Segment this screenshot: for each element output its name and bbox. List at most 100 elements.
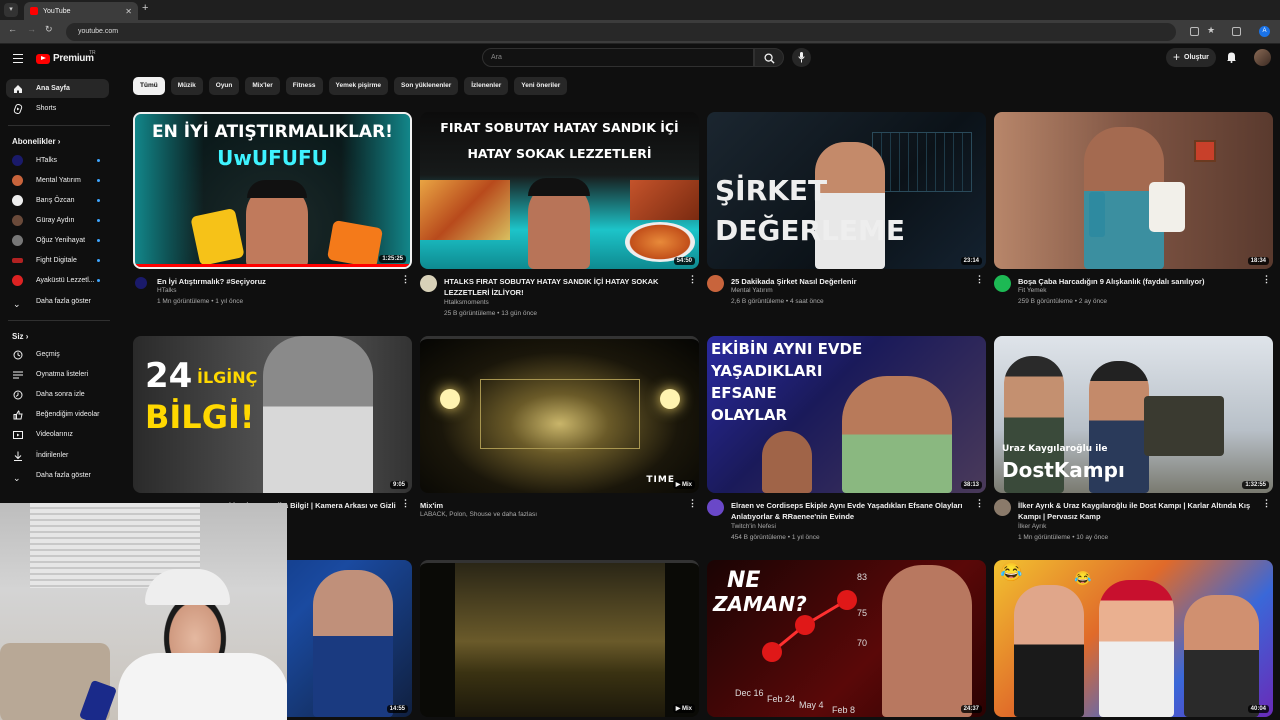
- channel-avatar[interactable]: [135, 277, 147, 289]
- shorts-icon: [13, 104, 23, 114]
- close-tab-icon[interactable]: ✕: [125, 7, 132, 16]
- new-tab-icon[interactable]: +: [142, 2, 148, 14]
- more-actions-icon[interactable]: ⋮: [401, 499, 410, 508]
- voice-search-button[interactable]: [792, 48, 811, 67]
- chip-all[interactable]: Tümü: [133, 77, 165, 95]
- chip-new-to-you[interactable]: Yeni öneriler: [514, 77, 568, 95]
- search-input[interactable]: Ara: [482, 48, 754, 67]
- browser-profile-avatar[interactable]: A: [1259, 26, 1270, 37]
- menu-icon[interactable]: [13, 54, 23, 63]
- video-card[interactable]: NE ZAMAN? 83 75 70 Dec 16 Feb 24 May 4 F…: [707, 560, 986, 717]
- more-actions-icon[interactable]: ⋮: [688, 275, 697, 284]
- video-title[interactable]: Elraen ve Cordiseps Ekiple Aynı Evde Yaş…: [731, 500, 971, 522]
- video-thumbnail[interactable]: TIME ▶ Mix: [420, 336, 699, 493]
- video-stats: 259 B görüntüleme • 2 ay önce: [1018, 298, 1108, 305]
- video-title[interactable]: HTALKS FIRAT SOBUTAY HATAY SANDIK İÇİ HA…: [444, 276, 684, 298]
- sidebar-item-your-videos[interactable]: Videolarınız: [6, 425, 109, 444]
- more-actions-icon[interactable]: ⋮: [401, 275, 410, 284]
- video-card[interactable]: ŞİRKET DEĞERLEME 23:14 25 Dakikada Şirke…: [707, 112, 986, 325]
- channel-name[interactable]: Htalksmoments: [444, 299, 489, 306]
- bookmark-star-icon[interactable]: ★: [1207, 25, 1215, 36]
- video-card[interactable]: ▶ Mix: [420, 560, 699, 717]
- video-card[interactable]: EN İYİ ATIŞTIRMALIKLAR! UwUFUFU 1:25:25 …: [133, 112, 412, 325]
- video-thumbnail[interactable]: EKİBİN AYNI EVDE YAŞADIKLARI EFSANE OLAY…: [707, 336, 986, 493]
- sidebar-sub-guray-aydin[interactable]: Güray Aydın: [6, 211, 109, 230]
- more-actions-icon[interactable]: ⋮: [1262, 275, 1271, 284]
- chip-mixes[interactable]: Mix'ler: [245, 77, 280, 95]
- video-thumbnail[interactable]: NE ZAMAN? 83 75 70 Dec 16 Feb 24 May 4 F…: [707, 560, 986, 717]
- more-actions-icon[interactable]: ⋮: [1262, 499, 1271, 508]
- channel-avatar[interactable]: [707, 499, 724, 516]
- chip-gaming[interactable]: Oyun: [208, 77, 240, 95]
- video-thumbnail[interactable]: ŞİRKET DEĞERLEME 23:14: [707, 112, 986, 269]
- chip-fitness[interactable]: Fitness: [285, 77, 323, 95]
- sidebar-item-shorts[interactable]: Shorts: [6, 99, 109, 118]
- channel-avatar[interactable]: [420, 275, 437, 292]
- sidebar-item-home[interactable]: Ana Sayfa: [6, 79, 109, 98]
- duration-badge: 18:34: [1247, 257, 1269, 265]
- reload-icon[interactable]: ↻: [45, 24, 53, 35]
- sidebar-item-history[interactable]: Geçmiş: [6, 345, 109, 364]
- extensions-icon[interactable]: [1232, 27, 1241, 36]
- channel-avatar[interactable]: [707, 275, 724, 292]
- chip-music[interactable]: Müzik: [170, 77, 203, 95]
- show-more-subscriptions[interactable]: ⌄ Daha fazla göster: [6, 292, 109, 311]
- chip-cooking[interactable]: Yemek pişirme: [328, 77, 389, 95]
- sidebar-sub-ayakustu[interactable]: Ayaküstü Lezzetl...: [6, 271, 109, 290]
- sidebar-item-downloads[interactable]: İndirilenler: [6, 446, 109, 465]
- chip-recently-uploaded[interactable]: Son yüklenenler: [394, 77, 459, 95]
- video-thumbnail[interactable]: EN İYİ ATIŞTIRMALIKLAR! UwUFUFU 1:25:25: [133, 112, 412, 269]
- sidebar-item-watch-later[interactable]: Daha sonra izle: [6, 385, 109, 404]
- video-title[interactable]: Boşa Çaba Harcadığın 9 Alışkanlık (fayda…: [1018, 276, 1258, 287]
- video-card[interactable]: FIRAT SOBUTAY HATAY SANDIK İÇİ HATAY SOK…: [420, 112, 699, 325]
- subscriptions-heading[interactable]: Abonelikler ›: [12, 137, 60, 146]
- tab-search-icon[interactable]: ▾: [4, 3, 18, 17]
- you-heading[interactable]: Siz ›: [12, 332, 28, 341]
- more-actions-icon[interactable]: ⋮: [688, 499, 697, 508]
- channel-name[interactable]: HTalks: [157, 287, 177, 294]
- sidebar-sub-htalks[interactable]: HTalks: [6, 151, 109, 170]
- search-button[interactable]: [754, 48, 784, 67]
- video-thumbnail[interactable]: FIRAT SOBUTAY HATAY SANDIK İÇİ HATAY SOK…: [420, 112, 699, 269]
- video-title[interactable]: İlker Ayrık & Uraz Kaygılaroğlu ile Dost…: [1018, 500, 1258, 522]
- video-thumbnail[interactable]: ▶ Mix: [420, 560, 699, 717]
- more-actions-icon[interactable]: ⋮: [975, 275, 984, 284]
- video-title[interactable]: 25 Dakikada Şirket Nasıl Değerlenir: [731, 276, 971, 287]
- sidebar-sub-baris-ozcan[interactable]: Barış Özcan: [6, 191, 109, 210]
- create-button[interactable]: Oluştur: [1166, 48, 1216, 67]
- video-thumbnail[interactable]: 18:34: [994, 112, 1273, 269]
- browser-tab-youtube[interactable]: YouTube ✕: [24, 2, 138, 20]
- channel-avatar[interactable]: [994, 275, 1011, 292]
- youtube-premium-logo[interactable]: Premium TR: [36, 50, 96, 64]
- forward-icon[interactable]: →: [27, 24, 36, 34]
- sidebar-sub-mental-yatirim[interactable]: Mental Yatırım: [6, 171, 109, 190]
- sidebar-item-liked[interactable]: Beğendiğim videolar: [6, 405, 109, 424]
- video-card[interactable]: EKİBİN AYNI EVDE YAŞADIKLARI EFSANE OLAY…: [707, 336, 986, 549]
- bodybuilder-figure: [882, 565, 972, 717]
- sidebar-sub-oguz-yenihayat[interactable]: Oğuz Yenihayat: [6, 231, 109, 250]
- video-title[interactable]: En İyi Atıştırmalık? #Seçiyoruz: [157, 276, 397, 287]
- back-icon[interactable]: ←: [8, 24, 17, 34]
- cast-icon[interactable]: [1190, 27, 1199, 36]
- sidebar-sub-fight-digitale[interactable]: Fight Digitale: [6, 251, 109, 270]
- channel-name[interactable]: Fit Yemek: [1018, 287, 1047, 294]
- video-thumbnail[interactable]: 😂 😂 40:04: [994, 560, 1273, 717]
- more-actions-icon[interactable]: ⋮: [975, 499, 984, 508]
- video-card[interactable]: TIME ▶ Mix Mix'im LABACK, Polon, Shouse …: [420, 336, 699, 549]
- channel-avatar[interactable]: [994, 499, 1011, 516]
- channel-name[interactable]: Twitch'in Nefesi: [731, 523, 776, 530]
- video-card[interactable]: 😂 😂 40:04: [994, 560, 1273, 717]
- channel-name[interactable]: Mental Yatırım: [731, 287, 773, 294]
- video-title[interactable]: Mix'im: [420, 500, 660, 511]
- video-thumbnail[interactable]: 24 İLGİNÇ BİLGİ! 9:05: [133, 336, 412, 493]
- account-avatar[interactable]: [1254, 49, 1271, 66]
- video-card[interactable]: 18:34 Boşa Çaba Harcadığın 9 Alışkanlık …: [994, 112, 1273, 325]
- show-more-you[interactable]: ⌄ Daha fazla göster: [6, 466, 109, 485]
- notifications-bell-icon[interactable]: [1226, 51, 1237, 63]
- sidebar-item-playlists[interactable]: Oynatma listeleri: [6, 365, 109, 384]
- address-bar[interactable]: youtube.com: [66, 23, 1176, 41]
- channel-name[interactable]: İlker Ayrık: [1018, 523, 1046, 530]
- chip-watched[interactable]: İzlenenler: [464, 77, 509, 95]
- video-thumbnail[interactable]: Uraz Kaygılaroğlu ile DostKampı 1:32:55: [994, 336, 1273, 493]
- video-card[interactable]: Uraz Kaygılaroğlu ile DostKampı 1:32:55 …: [994, 336, 1273, 549]
